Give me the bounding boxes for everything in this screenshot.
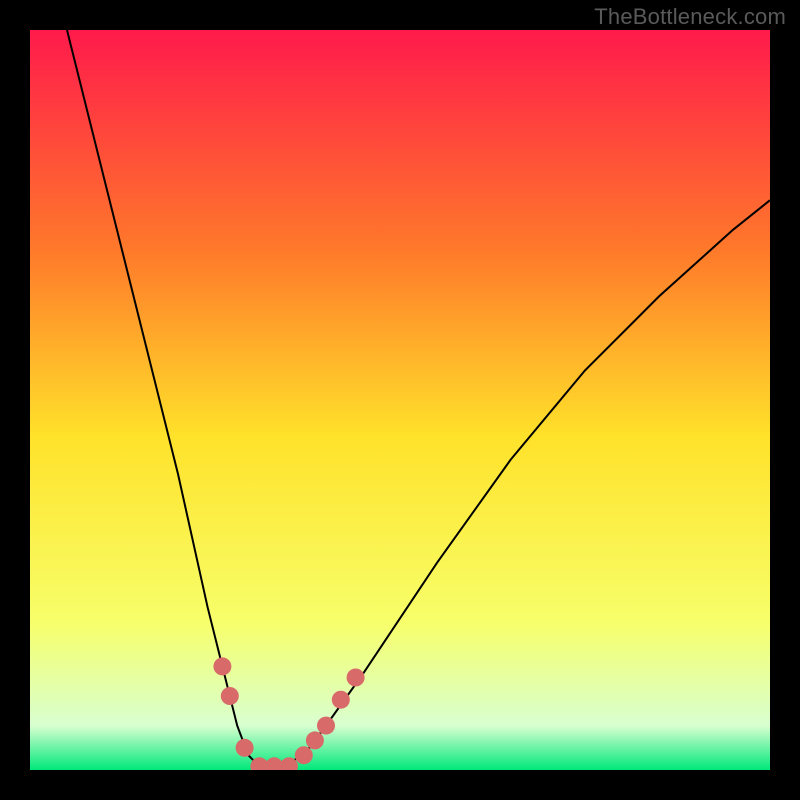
highlight-marker	[295, 746, 313, 764]
plot-svg	[30, 30, 770, 770]
highlight-marker	[306, 731, 324, 749]
highlight-marker	[317, 717, 335, 735]
gradient-background	[30, 30, 770, 770]
plot-area	[30, 30, 770, 770]
chart-frame: TheBottleneck.com	[0, 0, 800, 800]
highlight-marker	[221, 687, 239, 705]
watermark-text: TheBottleneck.com	[594, 4, 786, 30]
highlight-marker	[213, 657, 231, 675]
highlight-marker	[332, 691, 350, 709]
highlight-marker	[347, 669, 365, 687]
highlight-marker	[236, 739, 254, 757]
